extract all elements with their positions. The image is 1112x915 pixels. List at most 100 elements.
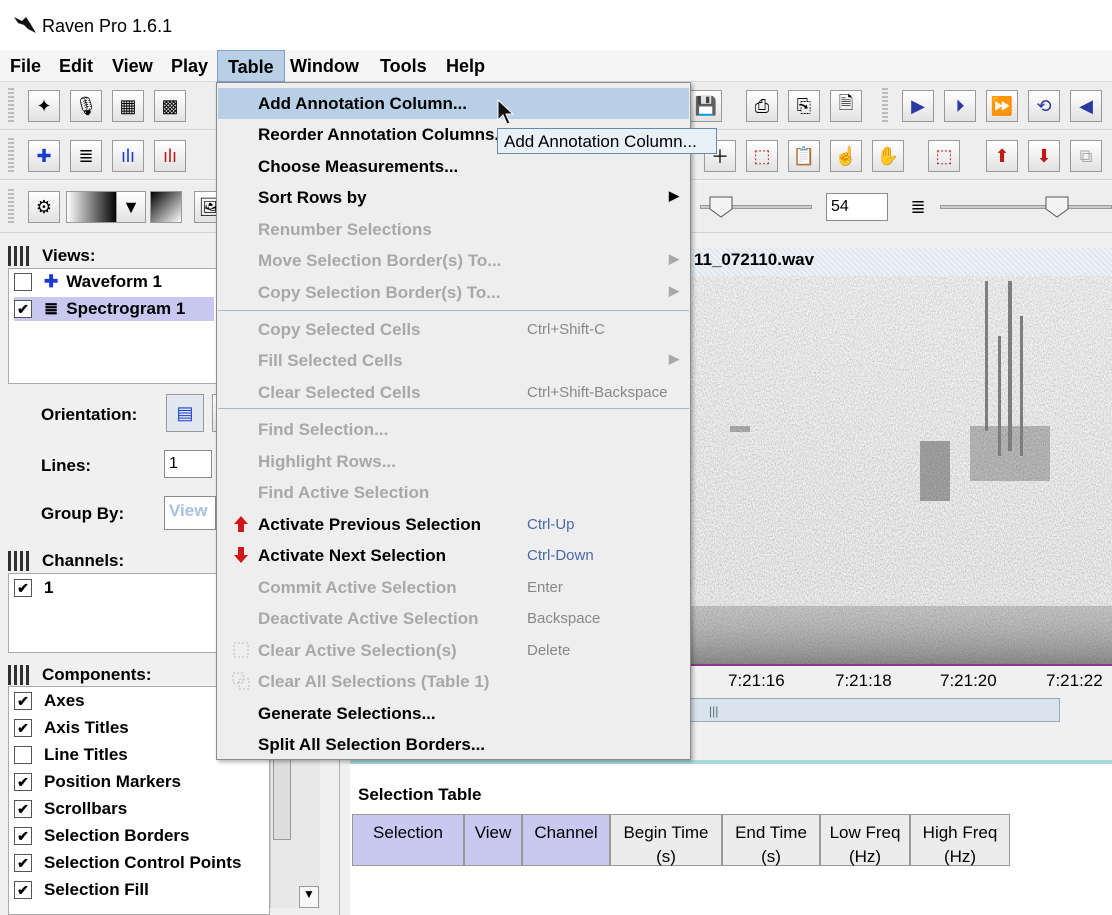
menu-item-copy-selected-cells[interactable]: Copy Selected Cells Ctrl+Shift-C xyxy=(218,314,689,345)
checkbox[interactable]: ✔ xyxy=(14,579,32,597)
layers-icon[interactable]: ⧉ xyxy=(1070,140,1102,172)
menu-item-commit-active-selection[interactable]: Commit Active Selection Enter xyxy=(218,572,689,603)
toolbar-grip[interactable] xyxy=(882,88,888,124)
group-by-select[interactable]: View xyxy=(164,496,216,530)
channel-item[interactable]: ✔ 1 xyxy=(14,576,53,600)
column-header-channel[interactable]: Channel xyxy=(522,814,610,866)
page-setup-icon[interactable]: 🗎 xyxy=(830,90,862,122)
component-item[interactable]: ✔ Selection Borders xyxy=(14,824,190,848)
menu-item-split-all-selection-borders[interactable]: Split All Selection Borders... xyxy=(218,729,689,760)
play-to-end-icon[interactable]: ⏵ xyxy=(944,90,976,122)
arrow-down-icon[interactable]: ⬇ xyxy=(1028,140,1060,172)
colormap-icon[interactable] xyxy=(66,191,118,223)
column-header-end-time[interactable]: End Time (s) xyxy=(722,814,820,866)
scroll-down-icon[interactable]: ▼ xyxy=(299,886,319,908)
drag-handle-icon[interactable] xyxy=(8,246,30,266)
waveform-view-icon[interactable]: ✚ xyxy=(28,140,60,172)
grid-icon[interactable]: ▩ xyxy=(154,90,186,122)
column-header-selection[interactable]: Selection xyxy=(352,814,464,866)
menu-item-copy-selection-borders[interactable]: Copy Selection Border(s) To... ▶ xyxy=(218,277,689,308)
spectrogram-canvas[interactable] xyxy=(690,276,1112,664)
column-header-begin-time[interactable]: Begin Time (s) xyxy=(610,814,722,866)
menu-item-fill-selected-cells[interactable]: Fill Selected Cells ▶ xyxy=(218,345,689,376)
toolbar-grip[interactable] xyxy=(8,88,14,124)
selection-box-icon[interactable]: ⬚ xyxy=(928,140,960,172)
menu-item-clear-selected-cells[interactable]: Clear Selected Cells Ctrl+Shift-Backspace xyxy=(218,377,689,408)
menu-item-sort-rows-by[interactable]: Sort Rows by ▶ xyxy=(218,182,689,213)
menu-item-deactivate-active-selection[interactable]: Deactivate Active Selection Backspace xyxy=(218,603,689,634)
checkbox[interactable] xyxy=(14,746,32,764)
menu-window[interactable]: Window xyxy=(290,56,359,77)
toolbar-grip[interactable] xyxy=(8,138,14,174)
menu-table[interactable]: Table xyxy=(217,50,285,82)
play-loop-icon[interactable]: ⟲ xyxy=(1028,90,1060,122)
menu-item-activate-previous-selection[interactable]: Activate Previous Selection Ctrl-Up xyxy=(218,509,689,540)
component-item[interactable]: Line Titles xyxy=(14,743,128,767)
component-item[interactable]: ✔ Axis Titles xyxy=(14,716,129,740)
save-icon[interactable]: 💾 xyxy=(690,90,722,122)
print-icon[interactable]: ⎙ xyxy=(746,90,778,122)
menu-item-add-annotation-column[interactable]: Add Annotation Column... xyxy=(218,88,689,119)
lines-input[interactable]: 1 xyxy=(164,450,212,478)
view-item-waveform[interactable]: ✚ Waveform 1 xyxy=(14,270,162,294)
menu-file[interactable]: File xyxy=(10,56,41,77)
menu-item-find-active-selection[interactable]: Find Active Selection xyxy=(218,477,689,508)
arrow-up-icon[interactable]: ⬆ xyxy=(986,140,1018,172)
checkbox[interactable]: ✔ xyxy=(14,773,32,791)
menu-item-find-selection[interactable]: Find Selection... xyxy=(218,414,689,445)
select-region-icon[interactable]: ⬚ xyxy=(746,140,778,172)
menu-item-highlight-rows[interactable]: Highlight Rows... xyxy=(218,446,689,477)
column-header-high-freq[interactable]: High Freq (Hz) xyxy=(910,814,1010,866)
checkbox[interactable] xyxy=(14,273,32,291)
contrast-value-field[interactable]: 54 xyxy=(826,193,888,221)
checkbox[interactable]: ✔ xyxy=(14,881,32,899)
grab-hand-icon[interactable]: ✋ xyxy=(872,140,904,172)
menu-view[interactable]: View xyxy=(112,56,153,77)
checkbox[interactable]: ✔ xyxy=(14,692,32,710)
checkbox[interactable]: ✔ xyxy=(14,719,32,737)
lines-slider[interactable] xyxy=(940,205,1112,209)
menu-edit[interactable]: Edit xyxy=(59,56,93,77)
column-header-view[interactable]: View xyxy=(464,814,522,866)
chevron-down-icon[interactable]: ▼ xyxy=(116,191,146,223)
component-item[interactable]: ✔ Scrollbars xyxy=(14,797,127,821)
hand-icon[interactable]: ☝ xyxy=(830,140,862,172)
gear-icon[interactable]: ⚙ xyxy=(28,191,60,223)
component-item[interactable]: ✔ Selection Control Points xyxy=(14,851,241,875)
selection-spectrum-icon[interactable]: ılı xyxy=(154,140,186,172)
menu-item-choose-measurements[interactable]: Choose Measurements... xyxy=(218,151,689,182)
slider-thumb-icon[interactable] xyxy=(1044,195,1070,219)
clipboard-icon[interactable]: 📋 xyxy=(788,140,820,172)
print-preview-icon[interactable]: ⎘ xyxy=(788,90,820,122)
menu-item-clear-active-selections[interactable]: Clear Active Selection(s) Delete xyxy=(218,635,689,666)
table-icon[interactable]: ▦ xyxy=(112,90,144,122)
play-reverse-icon[interactable]: ◀ xyxy=(1070,90,1102,122)
menu-item-clear-all-selections[interactable]: Clear All Selections (Table 1) xyxy=(218,666,689,697)
orientation-vertical-button[interactable]: ▤ xyxy=(166,394,204,432)
play-selection-icon[interactable]: ⏩ xyxy=(986,90,1018,122)
contrast-icon[interactable] xyxy=(150,191,182,223)
spectrum-view-icon[interactable]: ılı xyxy=(112,140,144,172)
menu-play[interactable]: Play xyxy=(171,56,208,77)
column-header-low-freq[interactable]: Low Freq (Hz) xyxy=(820,814,910,866)
spectrogram-view-icon[interactable]: ≣ xyxy=(70,140,102,172)
new-file-icon[interactable]: ✦ xyxy=(28,90,60,122)
view-item-spectrogram[interactable]: ✔ ≣ Spectrogram 1 xyxy=(14,297,214,321)
menu-help[interactable]: Help xyxy=(446,56,485,77)
checkbox[interactable]: ✔ xyxy=(14,854,32,872)
checkbox[interactable]: ✔ xyxy=(14,827,32,845)
menu-item-move-selection-borders[interactable]: Move Selection Border(s) To... ▶ xyxy=(218,245,689,276)
component-item[interactable]: ✔ Position Markers xyxy=(14,770,181,794)
drag-handle-icon[interactable] xyxy=(8,551,30,571)
menu-item-renumber-selections[interactable]: Renumber Selections xyxy=(218,214,689,245)
play-icon[interactable]: ▶ xyxy=(902,90,934,122)
slider-thumb-icon[interactable] xyxy=(708,195,734,219)
component-item[interactable]: ✔ Axes xyxy=(14,689,85,713)
toolbar-grip[interactable] xyxy=(8,189,14,225)
menu-item-activate-next-selection[interactable]: Activate Next Selection Ctrl-Down xyxy=(218,540,689,571)
checkbox[interactable]: ✔ xyxy=(14,800,32,818)
checkbox[interactable]: ✔ xyxy=(14,300,32,318)
menu-tools[interactable]: Tools xyxy=(380,56,427,77)
microphone-icon[interactable]: 🎙 xyxy=(70,90,102,122)
time-scrollbar[interactable]: ||| xyxy=(690,698,1060,722)
